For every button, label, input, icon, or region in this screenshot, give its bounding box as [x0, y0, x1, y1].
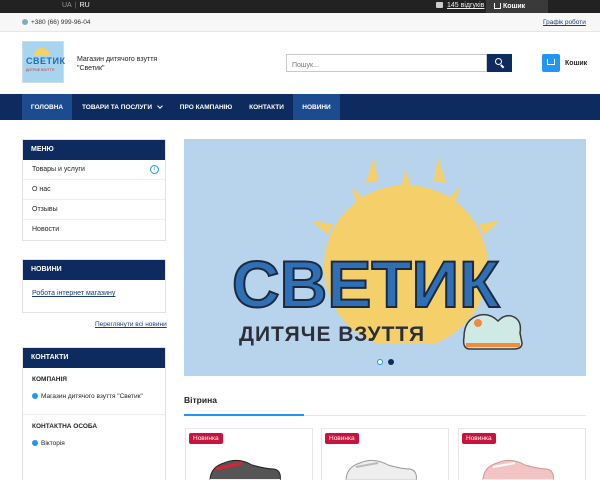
sneaker-image [209, 459, 281, 480]
new-badge: Новинка [325, 433, 359, 444]
sneaker-image [482, 459, 554, 480]
lang-ru-link[interactable]: RU [80, 2, 90, 9]
nav-about[interactable]: ПРО КАМПАНІЮ [172, 94, 240, 120]
sidebar-item-label: Новости [32, 226, 60, 233]
logo[interactable]: СВЕТИК ДИТЯЧЕ ВЗУТТЯ [22, 41, 66, 83]
reviews-label: 145 відгуків [447, 2, 485, 9]
sidebar-item-about[interactable]: О нас [23, 180, 165, 200]
chevron-down-icon [157, 103, 163, 109]
search-icon [495, 58, 502, 65]
logo-subtext: ДИТЯЧЕ ВЗУТТЯ [26, 68, 55, 72]
nav-news[interactable]: НОВИНИ [293, 94, 340, 120]
sidebar-contacts: КОНТАКТИ КОМПАНІЯ Магазин дитячого взутт… [22, 347, 166, 480]
nav-products-label: ТОВАРИ ТА ПОСЛУГИ [81, 104, 153, 111]
lang-ua-link[interactable]: UA [62, 2, 72, 9]
cart-icon [494, 3, 501, 9]
phone-label: +380 (66) 999-96-04 [31, 19, 91, 26]
info-icon[interactable]: i [150, 165, 159, 174]
slider-dot-2[interactable] [388, 359, 394, 365]
phone-bar: +380 (66) 999-96-04 Графік роботи [0, 13, 600, 32]
nav-contacts[interactable]: КОНТАКТИ [240, 94, 293, 120]
top-bar: UA | RU 145 відгуків Кошик [0, 0, 600, 13]
nav-products[interactable]: ТОВАРИ ТА ПОСЛУГИ [72, 94, 172, 120]
sidebar-item-reviews[interactable]: Отзывы [23, 200, 165, 220]
sidebar-item-news[interactable]: Новости [23, 220, 165, 240]
schedule-link[interactable]: Графік роботи [543, 19, 586, 26]
showcase-title: Вітрина [184, 395, 217, 405]
news-link[interactable]: Робота інтернет магазину [23, 280, 165, 312]
sidebar-news-title: НОВИНИ [23, 260, 165, 280]
sidebar-menu: МЕНЮ Товары и услуги i О нас Отзывы Ново… [22, 139, 166, 241]
language-switcher: UA | RU [62, 2, 90, 9]
top-cart-label: Кошик [503, 3, 526, 10]
sidebar-contacts-title: КОНТАКТИ [23, 348, 165, 368]
hero-banner[interactable]: СВЕТИК ДИТЯЧЕ ВЗУТТЯ [184, 139, 586, 376]
product-card[interactable]: Новинка [458, 428, 586, 480]
showcase-accent-line [184, 414, 304, 416]
nav-news-label: НОВИНИ [302, 104, 331, 111]
nav-home[interactable]: ГОЛОВНА [22, 94, 72, 120]
person-icon [32, 440, 38, 446]
shop-name: Магазин дитячого взуття "Светик" [77, 56, 158, 72]
search-input[interactable] [286, 54, 487, 72]
new-badge: Новинка [189, 433, 223, 444]
sidebar-news: НОВИНИ Робота інтернет магазину [22, 259, 166, 313]
nav-home-label: ГОЛОВНА [30, 104, 64, 111]
reviews-link[interactable]: 145 відгуків [436, 2, 484, 9]
main-nav: ГОЛОВНА ТОВАРИ ТА ПОСЛУГИ ПРО КАМПАНІЮ К… [0, 94, 600, 120]
sidebar-item-label: Отзывы [32, 206, 58, 213]
sneaker-image [345, 459, 417, 480]
sidebar-menu-title: МЕНЮ [23, 140, 165, 160]
banner-artwork: СВЕТИК ДИТЯЧЕ ВЗУТТЯ [184, 157, 586, 376]
cart-icon [547, 59, 555, 65]
all-news-link[interactable]: Переглянути всі новини [95, 321, 167, 328]
header-cart-label[interactable]: Кошик [565, 60, 587, 67]
nav-contacts-label: КОНТАКТИ [249, 104, 284, 111]
comment-icon [436, 2, 443, 8]
banner-subtitle: ДИТЯЧЕ ВЗУТТЯ [239, 323, 425, 346]
logo-text: СВЕТИК [26, 56, 66, 66]
sidebar-item-products[interactable]: Товары и услуги i [23, 160, 165, 180]
logo-sun-icon [34, 48, 50, 56]
lang-separator: | [74, 2, 77, 9]
product-card[interactable]: Новинка [321, 428, 449, 480]
new-badge: Новинка [462, 433, 496, 444]
sidebar-item-label: Товары и услуги [32, 166, 85, 173]
phone-icon [22, 19, 28, 25]
nav-about-label: ПРО КАМПАНІЮ [179, 104, 233, 111]
company-title: КОМПАНІЯ [32, 376, 67, 383]
shoe-icon [462, 313, 523, 350]
search-button[interactable] [487, 54, 512, 72]
sidebar-item-label: О нас [32, 186, 51, 193]
company-name-label: Магазин дитячого взуття "Светик" [41, 393, 143, 400]
contact-person-name: Вікторія [23, 430, 165, 447]
company-name: Магазин дитячого взуття "Светик" [23, 383, 165, 400]
slider-dot-1[interactable] [377, 359, 383, 365]
product-card[interactable]: Новинка [185, 428, 313, 480]
phone-number[interactable]: +380 (66) 999-96-04 [22, 19, 90, 26]
header-cart-button[interactable] [542, 54, 560, 72]
banner-title: СВЕТИК [232, 247, 500, 321]
company-icon [32, 393, 38, 399]
contact-person-label: Вікторія [41, 440, 65, 447]
contact-person-title: КОНТАКТНА ОСОБА [32, 423, 98, 430]
top-cart-button[interactable]: Кошик [486, 0, 548, 13]
